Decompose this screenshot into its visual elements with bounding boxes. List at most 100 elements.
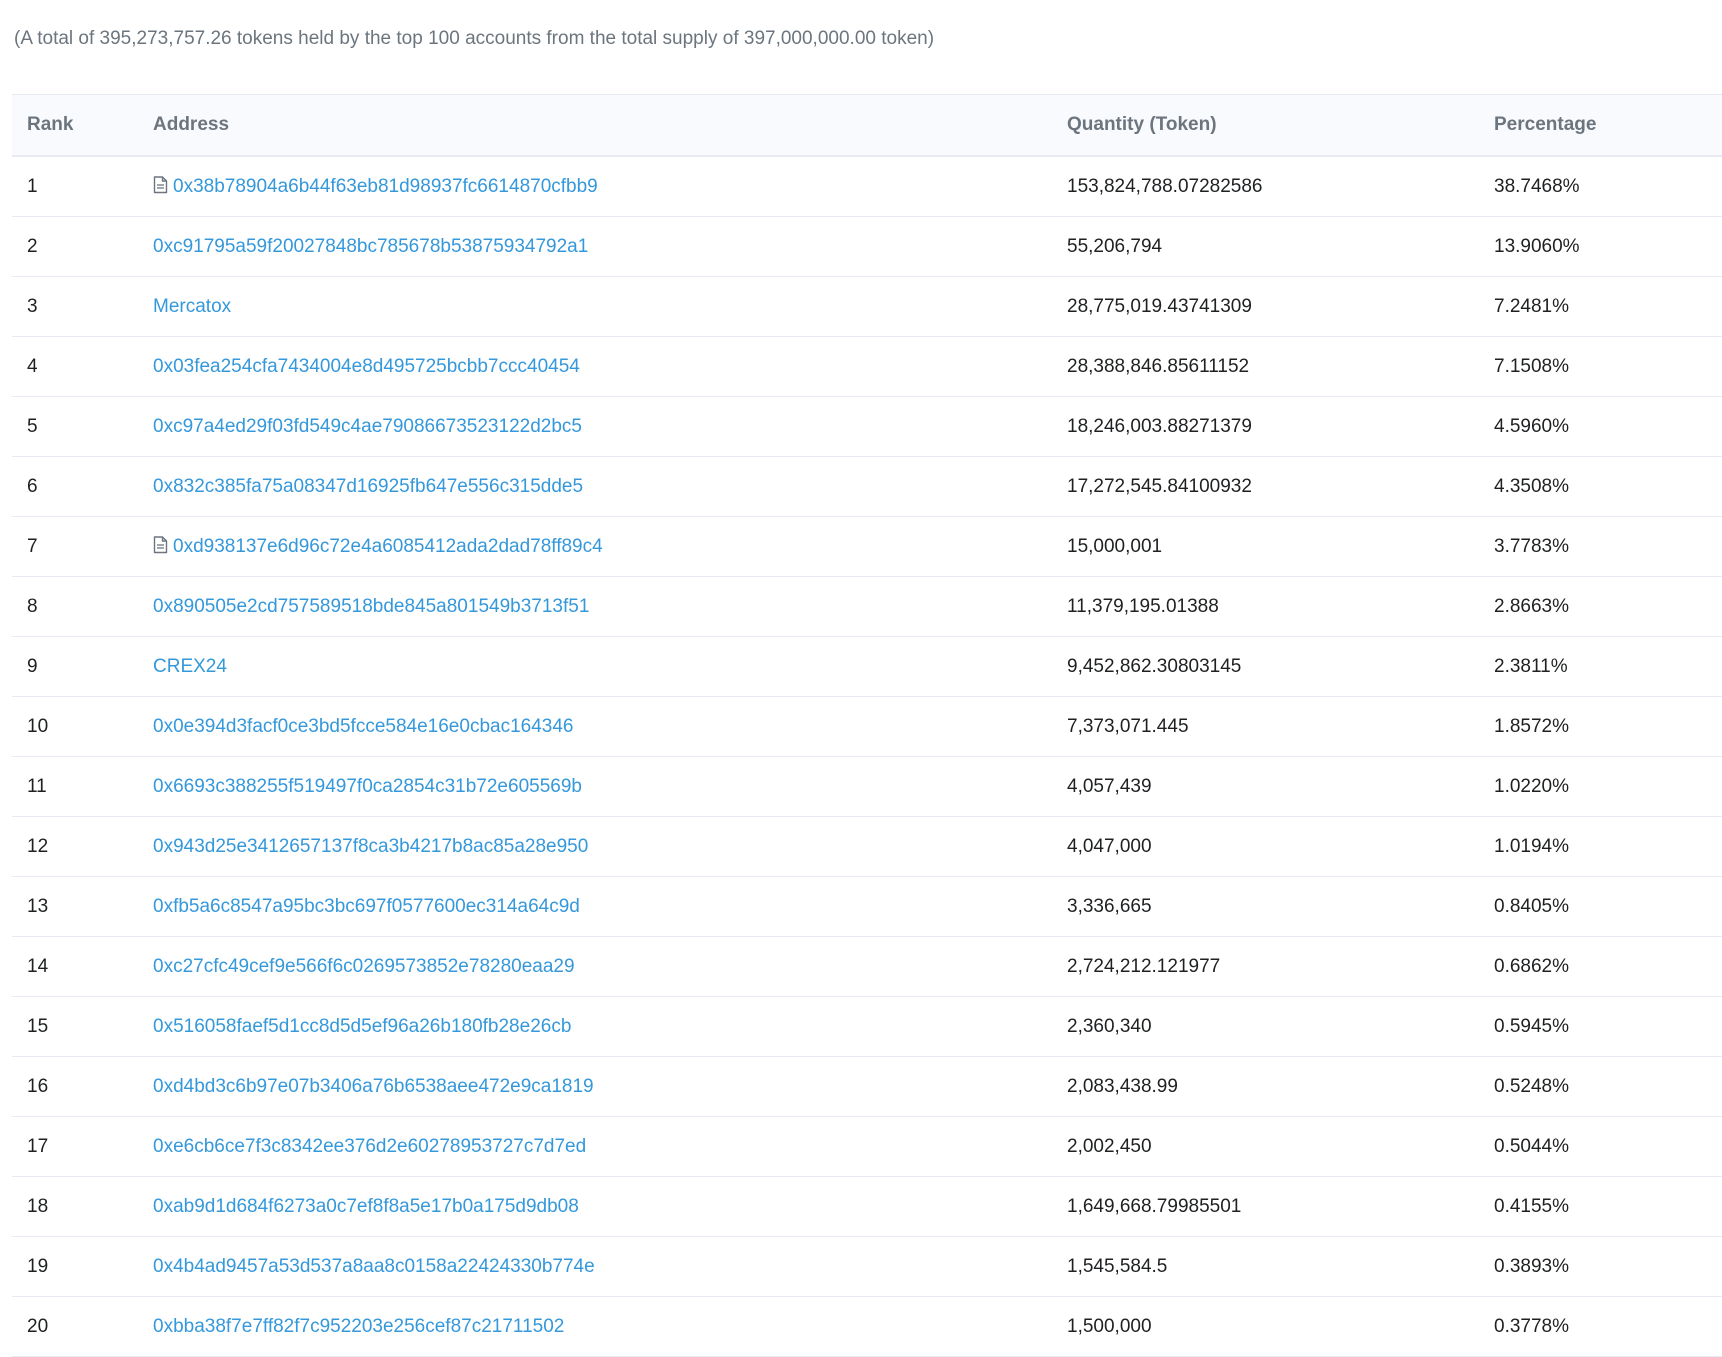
quantity-cell: 7,373,071.445: [1067, 696, 1494, 757]
address-cell: 0xbba38f7e7ff82f7c952203e256cef87c217115…: [153, 1296, 1067, 1357]
column-header-address: Address: [153, 94, 1067, 157]
percentage-cell: 0.8405%: [1494, 876, 1722, 937]
table-row: 12 0x943d25e3412657137f8ca3b4217b8ac85a28…: [12, 816, 1722, 877]
address-cell: 0x516058faef5d1cc8d5d5ef96a26b180fb28e26…: [153, 996, 1067, 1057]
rank-cell: 6: [12, 456, 153, 517]
rank-cell: 18: [12, 1176, 153, 1237]
quantity-cell: 2,083,438.99: [1067, 1056, 1494, 1117]
holder-address-link[interactable]: 0x832c385fa75a08347d16925fb647e556c315dd…: [153, 476, 583, 497]
table-row: 6 0x832c385fa75a08347d16925fb647e556c315d…: [12, 456, 1722, 517]
holder-address-link[interactable]: 0xd938137e6d96c72e4a6085412ada2dad78ff89…: [173, 536, 603, 557]
table-row: 19 0x4b4ad9457a53d537a8aa8c0158a22424330b…: [12, 1236, 1722, 1297]
table-row: 13 0xfb5a6c8547a95bc3bc697f0577600ec314a6…: [12, 876, 1722, 937]
holder-address-link[interactable]: Mercatox: [153, 296, 231, 317]
quantity-cell: 28,388,846.85611152: [1067, 336, 1494, 397]
address-cell: 0xd4bd3c6b97e07b3406a76b6538aee472e9ca18…: [153, 1056, 1067, 1117]
table-row: 11 0x6693c388255f519497f0ca2854c31b72e605…: [12, 756, 1722, 817]
quantity-cell: 55,206,794: [1067, 216, 1494, 277]
rank-cell: 15: [12, 996, 153, 1057]
holder-address-link[interactable]: 0xd4bd3c6b97e07b3406a76b6538aee472e9ca18…: [153, 1076, 594, 1097]
holder-address-link[interactable]: 0x38b78904a6b44f63eb81d98937fc6614870cfb…: [173, 176, 598, 197]
rank-cell: 7: [12, 516, 153, 577]
address-cell: CREX24: [153, 636, 1067, 697]
table-row: 2 0xc91795a59f20027848bc785678b5387593479…: [12, 216, 1722, 277]
percentage-cell: 0.6862%: [1494, 936, 1722, 997]
table-row: 15 0x516058faef5d1cc8d5d5ef96a26b180fb28e…: [12, 996, 1722, 1057]
percentage-cell: 3.7783%: [1494, 516, 1722, 577]
address-cell: 0xc91795a59f20027848bc785678b53875934792…: [153, 216, 1067, 277]
percentage-cell: 0.5248%: [1494, 1056, 1722, 1117]
quantity-cell: 18,246,003.88271379: [1067, 396, 1494, 457]
quantity-cell: 1,500,000: [1067, 1296, 1494, 1357]
percentage-cell: 0.5945%: [1494, 996, 1722, 1057]
holder-address-link[interactable]: CREX24: [153, 656, 227, 677]
table-header-row: Rank Address Quantity (Token) Percentage: [12, 94, 1722, 157]
percentage-cell: 2.3811%: [1494, 636, 1722, 697]
rank-cell: 16: [12, 1056, 153, 1117]
holder-address-link[interactable]: 0xab9d1d684f6273a0c7ef8f8a5e17b0a175d9db…: [153, 1196, 579, 1217]
holder-address-link[interactable]: 0x0e394d3facf0ce3bd5fcce584e16e0cbac1643…: [153, 716, 573, 737]
percentage-cell: 4.3508%: [1494, 456, 1722, 517]
holder-address-link[interactable]: 0xbba38f7e7ff82f7c952203e256cef87c217115…: [153, 1316, 564, 1337]
quantity-cell: 153,824,788.07282586: [1067, 156, 1494, 217]
rank-cell: 19: [12, 1236, 153, 1297]
address-cell: Mercatox: [153, 276, 1067, 337]
quantity-cell: 2,360,340: [1067, 996, 1494, 1057]
table-row: 5 0xc97a4ed29f03fd549c4ae79086673523122d2…: [12, 396, 1722, 457]
column-header-quantity: Quantity (Token): [1067, 94, 1494, 157]
rank-cell: 5: [12, 396, 153, 457]
holder-address-link[interactable]: 0x6693c388255f519497f0ca2854c31b72e60556…: [153, 776, 582, 797]
table-row: 17 0xe6cb6ce7f3c8342ee376d2e60278953727c7…: [12, 1116, 1722, 1177]
table-row: 1 0x38b78904a6b44f63eb81d98937fc6614870cf…: [12, 156, 1722, 217]
table-row: 7 0xd938137e6d96c72e4a6085412ada2dad78ff8…: [12, 516, 1722, 577]
quantity-cell: 2,002,450: [1067, 1116, 1494, 1177]
percentage-cell: 1.8572%: [1494, 696, 1722, 757]
holder-address-link[interactable]: 0x516058faef5d1cc8d5d5ef96a26b180fb28e26…: [153, 1016, 571, 1037]
table-row: 8 0x890505e2cd757589518bde845a801549b3713…: [12, 576, 1722, 637]
table-row: 4 0x03fea254cfa7434004e8d495725bcbb7ccc40…: [12, 336, 1722, 397]
holder-address-link[interactable]: 0x890505e2cd757589518bde845a801549b3713f…: [153, 596, 589, 617]
holder-address-link[interactable]: 0xc27cfc49cef9e566f6c0269573852e78280eaa…: [153, 956, 575, 977]
rank-cell: 1: [12, 156, 153, 217]
table-header: Rank Address Quantity (Token) Percentage: [12, 94, 1722, 157]
quantity-cell: 1,545,584.5: [1067, 1236, 1494, 1297]
holder-address-link[interactable]: 0xc97a4ed29f03fd549c4ae79086673523122d2b…: [153, 416, 582, 437]
quantity-cell: 4,047,000: [1067, 816, 1494, 877]
percentage-cell: 0.4155%: [1494, 1176, 1722, 1237]
quantity-cell: 28,775,019.43741309: [1067, 276, 1494, 337]
table-row: 14 0xc27cfc49cef9e566f6c0269573852e78280e…: [12, 936, 1722, 997]
holders-summary-text: (A total of 395,273,757.26 tokens held b…: [14, 28, 935, 49]
percentage-cell: 0.3893%: [1494, 1236, 1722, 1297]
holder-address-link[interactable]: 0x943d25e3412657137f8ca3b4217b8ac85a28e9…: [153, 836, 588, 857]
holder-address-link[interactable]: 0xe6cb6ce7f3c8342ee376d2e60278953727c7d7…: [153, 1136, 586, 1157]
rank-cell: 20: [12, 1296, 153, 1357]
address-cell: 0x03fea254cfa7434004e8d495725bcbb7ccc404…: [153, 336, 1067, 397]
holder-address-link[interactable]: 0x03fea254cfa7434004e8d495725bcbb7ccc404…: [153, 356, 580, 377]
address-cell: 0x832c385fa75a08347d16925fb647e556c315dd…: [153, 456, 1067, 517]
table-row: 10 0x0e394d3facf0ce3bd5fcce584e16e0cbac16…: [12, 696, 1722, 757]
percentage-cell: 2.8663%: [1494, 576, 1722, 637]
quantity-cell: 17,272,545.84100932: [1067, 456, 1494, 517]
percentage-cell: 0.3778%: [1494, 1296, 1722, 1357]
file-contract-icon: [153, 535, 169, 554]
address-cell: 0x0e394d3facf0ce3bd5fcce584e16e0cbac1643…: [153, 696, 1067, 757]
rank-cell: 10: [12, 696, 153, 757]
quantity-cell: 9,452,862.30803145: [1067, 636, 1494, 697]
percentage-cell: 1.0220%: [1494, 756, 1722, 817]
holder-address-link[interactable]: 0xfb5a6c8547a95bc3bc697f0577600ec314a64c…: [153, 896, 580, 917]
rank-cell: 17: [12, 1116, 153, 1177]
quantity-cell: 11,379,195.01388: [1067, 576, 1494, 637]
quantity-cell: 15,000,001: [1067, 516, 1494, 577]
column-header-rank: Rank: [12, 94, 153, 157]
rank-cell: 12: [12, 816, 153, 877]
address-cell: 0x38b78904a6b44f63eb81d98937fc6614870cfb…: [153, 156, 1067, 217]
address-cell: 0xe6cb6ce7f3c8342ee376d2e60278953727c7d7…: [153, 1116, 1067, 1177]
percentage-cell: 0.5044%: [1494, 1116, 1722, 1177]
address-cell: 0xd938137e6d96c72e4a6085412ada2dad78ff89…: [153, 516, 1067, 577]
holder-address-link[interactable]: 0xc91795a59f20027848bc785678b53875934792…: [153, 236, 588, 257]
percentage-cell: 1.0194%: [1494, 816, 1722, 877]
percentage-cell: 7.2481%: [1494, 276, 1722, 337]
address-cell: 0xc27cfc49cef9e566f6c0269573852e78280eaa…: [153, 936, 1067, 997]
address-cell: 0xc97a4ed29f03fd549c4ae79086673523122d2b…: [153, 396, 1067, 457]
holder-address-link[interactable]: 0x4b4ad9457a53d537a8aa8c0158a22424330b77…: [153, 1256, 595, 1277]
